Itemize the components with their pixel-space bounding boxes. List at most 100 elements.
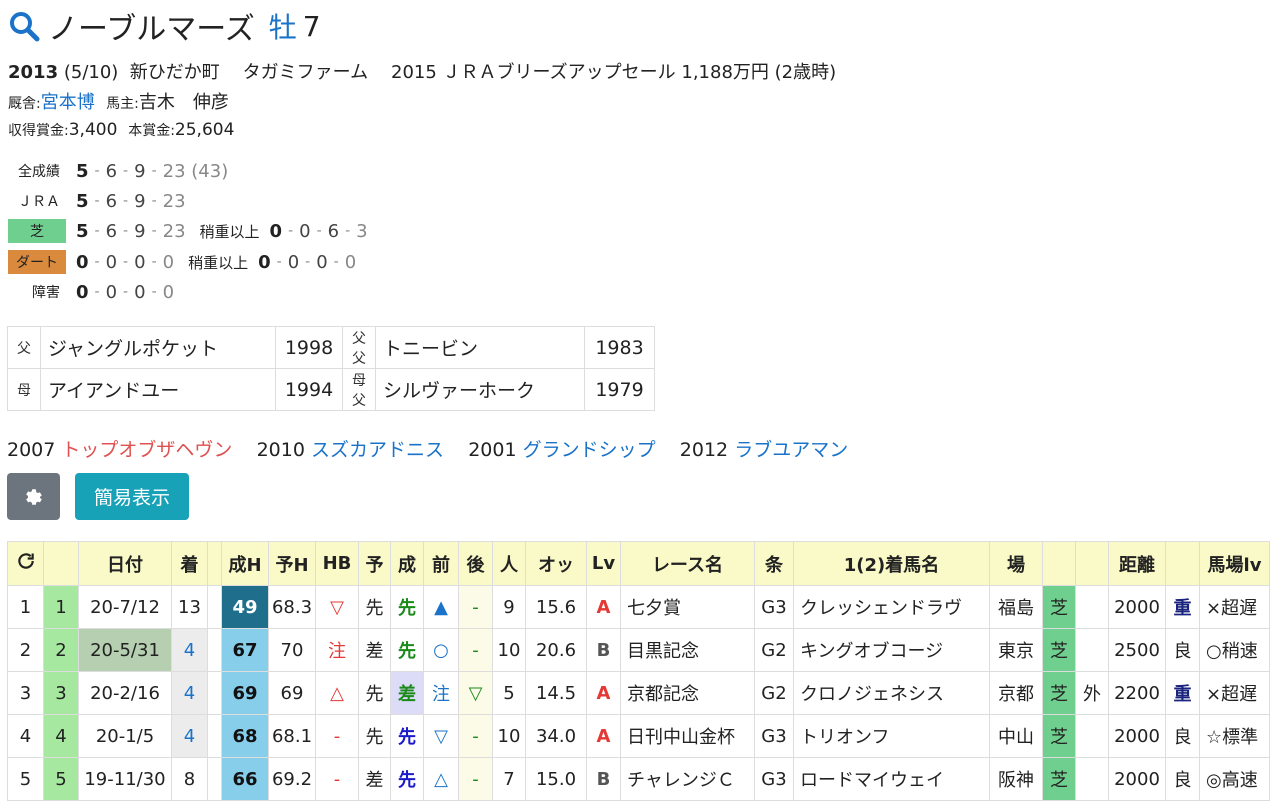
prize-value: 25,604: [174, 120, 235, 140]
thirds: 9: [134, 220, 146, 242]
settings-button[interactable]: [7, 473, 60, 520]
col-header[interactable]: 場: [989, 541, 1043, 586]
hb-mark: 注: [315, 628, 359, 672]
race-name[interactable]: 日刊中山金杯: [620, 714, 755, 758]
winner-name[interactable]: クロノジェネシス: [793, 671, 990, 715]
heavy-wins: 0: [269, 220, 283, 242]
race-date: 20-5/31: [78, 628, 172, 672]
table-row[interactable]: 4 4 20-1/5 4 68 68.1 - 先 先 ▽ - 10 34.0 A…: [7, 714, 1270, 758]
heavy-seconds: 0: [299, 220, 311, 242]
sibling-link[interactable]: ラブユアマン: [734, 439, 848, 461]
spacer: [207, 585, 222, 629]
race-no: 3: [43, 671, 79, 715]
popularity: 5: [492, 671, 526, 715]
popularity: 10: [492, 714, 526, 758]
heavy-others: 3: [356, 220, 368, 242]
col-header[interactable]: Lv: [586, 541, 621, 586]
sibling-link[interactable]: グランドシップ: [523, 439, 656, 461]
pred-style: 先: [358, 714, 391, 758]
race-name[interactable]: 七夕賞: [620, 585, 755, 629]
front-mark: 注: [423, 671, 459, 715]
popularity: 7: [492, 757, 526, 801]
col-header[interactable]: [1042, 541, 1076, 586]
course-side: [1075, 628, 1109, 672]
race-name[interactable]: チャレンジＣ: [620, 757, 755, 801]
col-header[interactable]: [1165, 541, 1200, 586]
race-name[interactable]: 目黒記念: [620, 628, 755, 672]
table-row[interactable]: 5 5 19-11/30 8 66 69.2 - 差 先 △ - 7 15.0 …: [7, 757, 1270, 801]
col-header[interactable]: 距離: [1108, 541, 1166, 586]
col-header[interactable]: HB: [315, 541, 359, 586]
sire-label: 父: [7, 326, 41, 369]
record-jra: ＪＲＡ 5- 6- 9- 23: [8, 188, 508, 214]
front-mark: ▽: [423, 714, 459, 758]
finish: 4: [171, 628, 208, 672]
col-header[interactable]: 1(2)着馬名: [793, 541, 990, 586]
distance: 2500: [1108, 628, 1166, 672]
col-header[interactable]: オッ: [525, 541, 587, 586]
breeder: タガミファーム: [242, 62, 369, 83]
col-header[interactable]: 成: [390, 541, 424, 586]
refresh-icon[interactable]: [16, 551, 36, 571]
odds: 15.6: [525, 585, 587, 629]
col-header[interactable]: 日付: [78, 541, 172, 586]
rating-actual: 68: [221, 714, 269, 758]
turf-badge: 芝: [8, 219, 66, 243]
col-header[interactable]: 馬場lv: [1199, 541, 1270, 586]
col-header[interactable]: 前: [423, 541, 459, 586]
race-date: 20-2/16: [78, 671, 172, 715]
distance: 2000: [1108, 714, 1166, 758]
col-header[interactable]: 予H: [268, 541, 316, 586]
hb-mark: -: [315, 757, 359, 801]
earnings-label: 収得賞金:: [8, 123, 69, 139]
search-icon[interactable]: [8, 10, 40, 42]
dirt-badge: ダート: [8, 250, 66, 274]
table-row[interactable]: 1 1 20-7/12 13 49 68.3 ▽ 先 先 ▲ - 9 15.6 …: [7, 585, 1270, 629]
dam-sire-year: 1979: [584, 368, 655, 411]
col-header[interactable]: 着: [171, 541, 208, 586]
winner-name[interactable]: クレッシェンドラヴ: [793, 585, 990, 629]
owner-label: 馬主:: [106, 96, 139, 112]
col-header[interactable]: [1075, 541, 1109, 586]
col-header[interactable]: 予: [358, 541, 391, 586]
actual-style: 先: [390, 714, 424, 758]
table-row[interactable]: 3 3 20-2/16 4 69 69 △ 先 差 注 ▽ 5 14.5 A 京…: [7, 671, 1270, 715]
sibling-year: 2007: [7, 439, 56, 461]
others: 0: [162, 281, 175, 303]
col-header[interactable]: 後: [458, 541, 493, 586]
venue: 阪神: [989, 757, 1043, 801]
dam-label: 母: [7, 368, 41, 411]
winner-name[interactable]: ロードマイウェイ: [793, 757, 990, 801]
level: B: [586, 628, 621, 672]
table-row[interactable]: 2 2 20-5/31 4 67 70 注 差 先 ○ - 10 20.6 B …: [7, 628, 1270, 672]
race-date: 20-1/5: [78, 714, 172, 758]
col-header[interactable]: [207, 541, 222, 586]
trainer-link[interactable]: 宮本博: [41, 92, 95, 113]
back-mark: -: [458, 628, 493, 672]
col-header[interactable]: レース名: [620, 541, 755, 586]
dam-sire-label: 母父: [342, 368, 376, 411]
rating-actual: 49: [221, 585, 269, 629]
sire-name: ジャングルポケット: [40, 326, 276, 369]
col-header[interactable]: 人: [492, 541, 526, 586]
sibling-link[interactable]: スズカアドニス: [311, 439, 444, 461]
row-index: 4: [7, 714, 44, 758]
record-all: 全成績 5- 6- 9- 23 (43): [8, 158, 508, 184]
col-header[interactable]: 条: [754, 541, 794, 586]
record-label: 障害: [32, 285, 60, 301]
simple-view-button[interactable]: 簡易表示: [75, 473, 189, 520]
col-header[interactable]: [43, 541, 79, 586]
front-mark: ○: [423, 628, 459, 672]
row-index: 2: [7, 628, 44, 672]
winner-name[interactable]: トリオンフ: [793, 714, 990, 758]
race-name[interactable]: 京都記念: [620, 671, 755, 715]
col-header[interactable]: 成H: [221, 541, 269, 586]
winner-name[interactable]: キングオブコージ: [793, 628, 990, 672]
actual-style: 差: [390, 671, 424, 715]
surface: 芝: [1042, 757, 1076, 801]
refresh-header[interactable]: [7, 541, 44, 586]
course-side: 外: [1075, 671, 1109, 715]
thirds: 9: [134, 160, 146, 182]
sibling-link[interactable]: トップオブザヘヴン: [61, 439, 232, 461]
actual-style: 先: [390, 628, 424, 672]
